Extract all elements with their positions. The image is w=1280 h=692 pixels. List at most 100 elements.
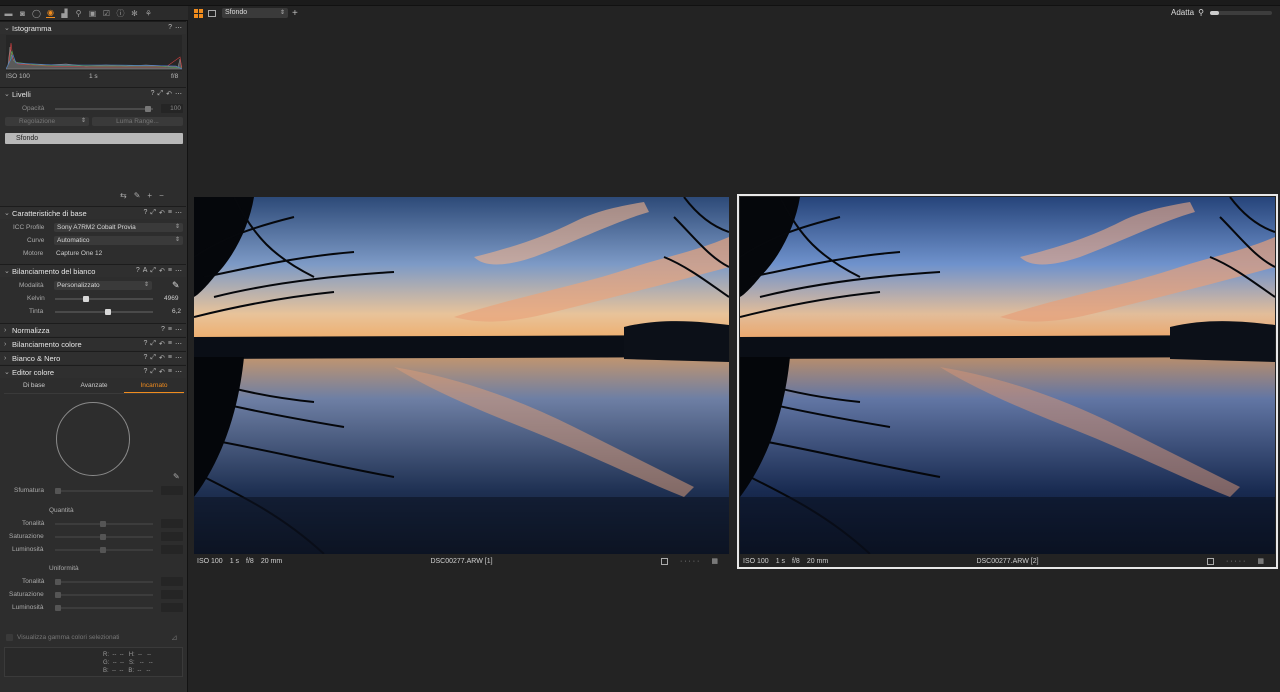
uniformity-luminosity-value[interactable]	[161, 603, 183, 612]
list-icon[interactable]: ≡	[168, 326, 172, 334]
rating-dots[interactable]: · · · · ·	[1226, 558, 1245, 565]
white-balance-header[interactable]: ⌄ Bilanciamento del bianco ? A ⤢ ↶ ≡ ⋯	[0, 264, 186, 277]
normalize-header[interactable]: › Normalizza ? ≡ ⋯	[0, 323, 186, 336]
smoothness-value[interactable]	[161, 486, 183, 495]
amount-hue-slider[interactable]	[55, 521, 153, 527]
opacity-slider[interactable]	[55, 106, 153, 112]
list-icon[interactable]: ≡	[168, 267, 172, 275]
layer-list-icon[interactable]: ⇆	[120, 191, 127, 200]
more-icon[interactable]: ⋯	[175, 24, 182, 32]
multi-view-icon[interactable]	[194, 8, 203, 18]
amount-saturation-value[interactable]	[161, 532, 183, 541]
amount-luminosity-knob[interactable]	[100, 547, 106, 553]
wb-mode-select[interactable]: Personalizzato ⇕	[54, 281, 152, 290]
uniformity-saturation-knob[interactable]	[55, 592, 61, 598]
add-variant-icon[interactable]: +	[292, 8, 298, 19]
info-icon[interactable]: ⓘ	[116, 9, 125, 18]
checklist-icon[interactable]: ☑	[102, 9, 111, 18]
amount-saturation-slider[interactable]	[55, 534, 153, 540]
reset-icon[interactable]: ↶	[159, 267, 165, 275]
pin-icon[interactable]: ⤢	[158, 90, 164, 98]
eyedropper-icon[interactable]: ✎	[172, 280, 180, 291]
amount-hue-value[interactable]	[161, 519, 183, 528]
black-white-header[interactable]: › Bianco & Nero ? ⤢ ↶ ≡ ⋯	[0, 351, 186, 364]
kelvin-value[interactable]: 4969	[164, 295, 178, 302]
brush-icon[interactable]: ✎	[134, 191, 141, 200]
uniformity-hue-value[interactable]	[161, 577, 183, 586]
list-icon[interactable]: ≡	[168, 368, 172, 376]
more-icon[interactable]: ⋯	[175, 340, 182, 348]
select-checkbox[interactable]	[1206, 557, 1214, 565]
color-icon[interactable]: ◉	[46, 8, 55, 18]
layer-row-background[interactable]: Sfondo	[5, 133, 183, 144]
adjustment-button[interactable]: Regolazione ⇕	[5, 117, 89, 126]
color-picker-icon[interactable]: ✎	[173, 472, 180, 481]
curve-select[interactable]: Automatico ⇕	[54, 236, 183, 245]
more-icon[interactable]: ⋯	[175, 267, 182, 275]
lens-icon[interactable]: ◯	[32, 9, 41, 18]
uniformity-luminosity-knob[interactable]	[55, 605, 61, 611]
help-icon[interactable]: ?	[136, 267, 140, 275]
color-editor-header[interactable]: ⌄ Editor colore ? ⤢ ↶ ≡ ⋯	[0, 365, 186, 378]
color-tag-icon[interactable]: ▦	[711, 557, 718, 565]
help-icon[interactable]: ?	[144, 354, 148, 362]
pin-icon[interactable]: ⤢	[150, 340, 156, 348]
uniformity-luminosity-slider[interactable]	[55, 605, 153, 611]
photo-variant-2[interactable]	[740, 197, 1275, 554]
single-view-icon[interactable]	[208, 9, 216, 17]
histogram-header[interactable]: ⌄ Istogramma ? ⋯	[0, 21, 186, 34]
help-icon[interactable]: ?	[161, 326, 165, 334]
exposure-icon[interactable]: ▟	[60, 9, 69, 18]
reset-icon[interactable]: ↶	[159, 340, 165, 348]
color-tag-icon[interactable]: ▦	[1257, 557, 1264, 565]
layers-header[interactable]: ⌄ Livelli ? ⤢ ↶ ⋯	[0, 87, 186, 100]
more-icon[interactable]: ⋯	[175, 326, 182, 334]
uniformity-saturation-slider[interactable]	[55, 592, 153, 598]
rating-dots[interactable]: · · · · ·	[680, 558, 699, 565]
gamut-icon[interactable]: ⊿	[171, 633, 178, 642]
help-icon[interactable]: ?	[144, 209, 148, 217]
help-icon[interactable]: ?	[151, 90, 155, 98]
help-icon[interactable]: ?	[144, 340, 148, 348]
select-checkbox[interactable]	[660, 557, 668, 565]
share-icon[interactable]: ⚘	[144, 9, 153, 18]
tab-advanced[interactable]: Avanzate	[64, 382, 124, 393]
more-icon[interactable]: ⋯	[175, 354, 182, 362]
pin-icon[interactable]: ⤢	[150, 209, 156, 217]
icc-profile-select[interactable]: Sony A7RM2 Cobalt Provia ⇕	[54, 223, 183, 232]
opacity-slider-knob[interactable]	[145, 106, 151, 112]
luma-range-button[interactable]: Luma Range...	[92, 117, 183, 126]
base-characteristics-header[interactable]: ⌄ Caratteristiche di base ? ⤢ ↶ ≡ ⋯	[0, 206, 186, 219]
help-icon[interactable]: ?	[144, 368, 148, 376]
reset-icon[interactable]: ↶	[166, 90, 172, 98]
color-balance-header[interactable]: › Bilanciamento colore ? ⤢ ↶ ≡ ⋯	[0, 337, 186, 350]
smoothness-slider-knob[interactable]	[55, 488, 61, 494]
list-icon[interactable]: ≡	[168, 340, 172, 348]
uniformity-hue-knob[interactable]	[55, 579, 61, 585]
kelvin-slider-knob[interactable]	[83, 296, 89, 302]
pin-icon[interactable]: ⤢	[150, 267, 156, 275]
more-icon[interactable]: ⋯	[175, 90, 182, 98]
camera-icon[interactable]: ◙	[18, 9, 27, 18]
adjust-icon[interactable]: ▣	[88, 9, 97, 18]
amount-luminosity-value[interactable]	[161, 545, 183, 554]
amount-luminosity-slider[interactable]	[55, 547, 153, 553]
add-layer-icon[interactable]: +	[147, 191, 152, 200]
kelvin-slider[interactable]	[55, 296, 153, 302]
color-wheel[interactable]	[56, 402, 130, 476]
pin-icon[interactable]: ⤢	[150, 368, 156, 376]
gear-icon[interactable]: ✻	[130, 9, 139, 18]
auto-icon[interactable]: A	[143, 267, 148, 275]
uniformity-hue-slider[interactable]	[55, 579, 153, 585]
opacity-value[interactable]: 100	[161, 104, 183, 113]
list-icon[interactable]: ≡	[168, 209, 172, 217]
tint-slider-knob[interactable]	[105, 309, 111, 315]
amount-saturation-knob[interactable]	[100, 534, 106, 540]
show-gamut-checkbox[interactable]	[6, 634, 13, 641]
variant-select[interactable]: Sfondo ⇕	[222, 8, 288, 18]
more-icon[interactable]: ⋯	[175, 209, 182, 217]
tint-slider[interactable]	[55, 309, 153, 315]
tab-basic[interactable]: Di base	[4, 382, 64, 393]
remove-layer-icon[interactable]: −	[159, 191, 164, 200]
reset-icon[interactable]: ↶	[159, 209, 165, 217]
